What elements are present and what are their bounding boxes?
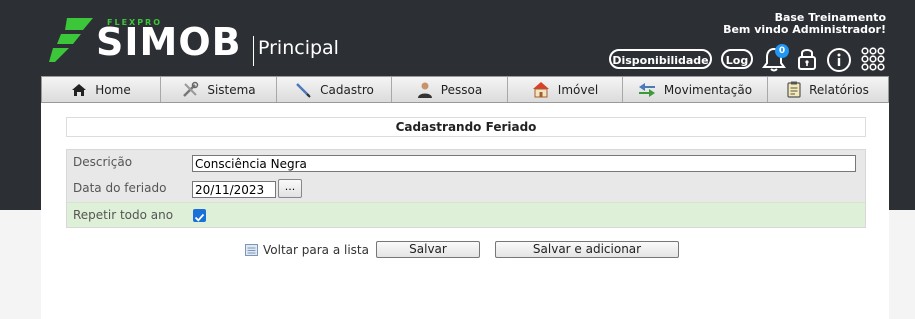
module-name: Principal [258,37,339,59]
list-icon [245,244,258,256]
menu-item-cadastro[interactable]: Cadastro [277,77,392,102]
menu-item-movimentacao[interactable]: Movimentação [623,77,768,102]
repeat-label: Repetir todo ano [73,208,174,222]
menu-item-label: Movimentação [663,82,753,97]
main-menu: Home Sistema Cadastro Pessoa Imóvel Movi… [41,76,889,103]
menu-item-label: Imóvel [557,82,599,97]
form-title: Cadastrando Feriado [66,117,866,137]
menu-item-sistema[interactable]: Sistema [161,77,277,102]
menu-item-label: Relatórios [809,82,869,97]
menu-item-label: Pessoa [440,82,483,97]
logo-simob-text: SIMOB [96,20,242,64]
pen-icon [296,82,311,98]
back-to-list-label: Voltar para a lista [263,243,369,257]
tools-icon [183,81,199,97]
availability-button[interactable]: Disponibilidade [609,49,712,69]
menu-item-label: Sistema [207,82,256,97]
date-row: Data do feriado ... [67,176,865,202]
user-info: Base Treinamento Bem vindo Administrador… [723,12,886,36]
checkmark-icon [194,213,205,222]
save-button[interactable]: Salvar [376,241,480,258]
back-to-list-link[interactable]: Voltar para a lista [245,241,369,259]
description-input[interactable] [192,155,856,172]
save-and-add-button[interactable]: Salvar e adicionar [495,241,679,258]
repeat-checkbox[interactable] [193,209,206,222]
content-panel: Cadastrando Feriado Descrição Data do fe… [41,103,889,319]
lock-icon[interactable] [795,46,819,72]
welcome-text: Bem vindo Administrador! [723,23,886,36]
menu-item-label: Home [95,82,131,97]
log-button[interactable]: Log [721,49,753,69]
repeat-row: Repetir todo ano [67,202,865,227]
menu-item-home[interactable]: Home [42,77,161,102]
date-label: Data do feriado [73,181,167,195]
home-icon [72,83,87,96]
person-icon [417,82,432,98]
apps-grid-icon[interactable] [860,46,886,72]
date-input[interactable] [192,181,276,198]
notification-badge: 0 [775,44,789,58]
holiday-form: Descrição Data do feriado ... Repetir to… [66,149,866,228]
description-label: Descrição [73,155,133,169]
logo-divider [253,36,254,66]
house-icon [532,82,549,98]
date-picker-button[interactable]: ... [278,179,302,198]
menu-item-pessoa[interactable]: Pessoa [392,77,508,102]
menu-item-label: Cadastro [320,82,374,97]
arrows-icon [638,82,655,97]
clipboard-icon [787,81,801,98]
info-icon[interactable] [826,47,852,73]
menu-item-imovel[interactable]: Imóvel [508,77,623,102]
menu-item-relatorios[interactable]: Relatórios [768,77,888,102]
description-row: Descrição [67,150,865,176]
logo-swoosh-icon [49,18,93,62]
